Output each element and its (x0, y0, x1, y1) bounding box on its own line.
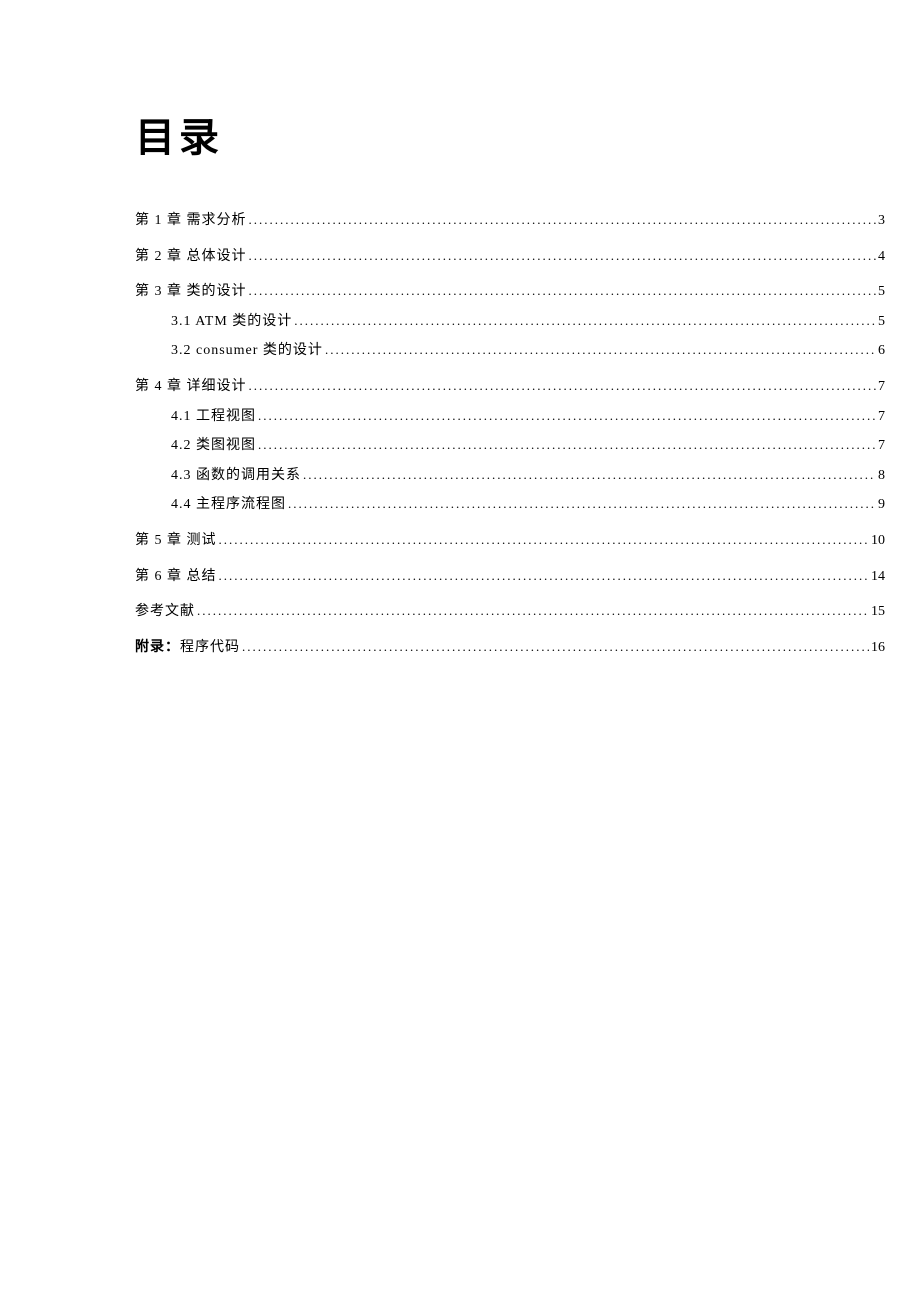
toc-leader-dots (242, 638, 869, 656)
toc-entry-references: 参考文献 15 (135, 602, 885, 622)
toc-entry-chapter-3: 第 3 章 类的设计 5 (135, 282, 885, 302)
toc-label: 第 1 章 需求分析 (135, 211, 247, 231)
toc-label-bold: 附录： (135, 640, 180, 655)
toc-entry-chapter-6: 第 6 章 总结 14 (135, 567, 885, 587)
toc-entry-section-4-1: 4.1 工程视图 7 (135, 407, 885, 427)
toc-entry-section-4-3: 4.3 函数的调用关系 8 (135, 466, 885, 486)
toc-leader-dots (249, 247, 877, 265)
toc-page-number: 5 (878, 312, 885, 332)
toc-page-number: 16 (871, 638, 885, 658)
toc-leader-dots (249, 282, 877, 300)
toc-page-number: 6 (878, 341, 885, 361)
toc-page-number: 7 (878, 407, 885, 427)
toc-page-number: 7 (878, 377, 885, 397)
toc-page-number: 7 (878, 436, 885, 456)
toc-label: 第 6 章 总结 (135, 567, 217, 587)
toc-leader-dots (294, 312, 876, 330)
toc-label: 参考文献 (135, 602, 195, 622)
toc-leader-dots (197, 602, 869, 620)
toc-label-rest: 程序代码 (180, 640, 240, 655)
toc-leader-dots (219, 531, 870, 549)
toc-label: 3.2 consumer 类的设计 (171, 341, 323, 361)
document-page: 目录 第 1 章 需求分析 3 第 2 章 总体设计 4 第 3 章 类的设计 … (0, 0, 920, 657)
toc-entry-section-3-2: 3.2 consumer 类的设计 6 (135, 341, 885, 361)
toc-leader-dots (249, 211, 877, 229)
toc-page-number: 15 (871, 602, 885, 622)
toc-leader-dots (219, 567, 870, 585)
toc-entry-section-3-1: 3.1 ATM 类的设计 5 (135, 312, 885, 332)
toc-entry-section-4-2: 4.2 类图视图 7 (135, 436, 885, 456)
toc-label: 第 4 章 详细设计 (135, 377, 247, 397)
toc-page-number: 4 (878, 247, 885, 267)
toc-entry-chapter-4: 第 4 章 详细设计 7 (135, 377, 885, 397)
toc-leader-dots (325, 341, 876, 359)
toc-leader-dots (249, 377, 877, 395)
toc-page-number: 14 (871, 567, 885, 587)
toc-label: 3.1 ATM 类的设计 (171, 312, 292, 332)
toc-entry-appendix: 附录：程序代码 16 (135, 638, 885, 658)
toc-label: 附录：程序代码 (135, 638, 240, 658)
toc-title: 目录 (135, 105, 880, 163)
toc-label: 4.2 类图视图 (171, 436, 256, 456)
toc-label: 4.4 主程序流程图 (171, 495, 286, 515)
toc-label: 第 2 章 总体设计 (135, 247, 247, 267)
toc-leader-dots (288, 495, 876, 513)
toc-page-number: 9 (878, 495, 885, 515)
toc-leader-dots (258, 407, 876, 425)
toc-label: 4.3 函数的调用关系 (171, 466, 301, 486)
toc-page-number: 5 (878, 282, 885, 302)
toc-label: 4.1 工程视图 (171, 407, 256, 427)
toc-label: 第 3 章 类的设计 (135, 282, 247, 302)
toc-entry-chapter-2: 第 2 章 总体设计 4 (135, 247, 885, 267)
toc-leader-dots (303, 466, 876, 484)
toc-entry-chapter-1: 第 1 章 需求分析 3 (135, 211, 885, 231)
toc-page-number: 8 (878, 466, 885, 486)
toc-page-number: 3 (878, 211, 885, 231)
toc-page-number: 10 (871, 531, 885, 551)
toc-label: 第 5 章 测试 (135, 531, 217, 551)
table-of-contents: 第 1 章 需求分析 3 第 2 章 总体设计 4 第 3 章 类的设计 5 3… (135, 211, 885, 657)
toc-entry-chapter-5: 第 5 章 测试 10 (135, 531, 885, 551)
toc-leader-dots (258, 436, 876, 454)
toc-entry-section-4-4: 4.4 主程序流程图 9 (135, 495, 885, 515)
